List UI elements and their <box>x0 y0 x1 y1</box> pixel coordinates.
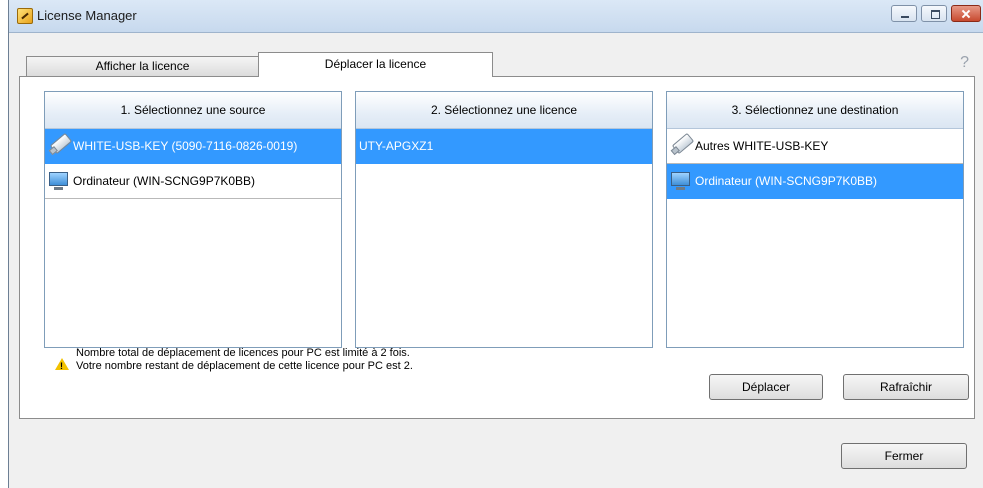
move-license-tab-panel: 1. Sélectionnez une source WHITE-USB-KEY… <box>19 76 975 419</box>
close-window-button[interactable] <box>951 5 981 22</box>
tab-afficher-licence[interactable]: Afficher la licence <box>26 56 259 76</box>
minimize-button[interactable] <box>891 5 917 22</box>
source-item-computer[interactable]: Ordinateur (WIN-SCNG9P7K0BB) <box>45 164 341 199</box>
license-panel: 2. Sélectionnez une licence UTY-APGXZ1 <box>355 91 653 348</box>
source-item-usb-key[interactable]: WHITE-USB-KEY (5090-7116-0826-0019) <box>45 129 341 164</box>
license-item-label: UTY-APGXZ1 <box>359 139 434 153</box>
destination-item-usb-key[interactable]: Autres WHITE-USB-KEY <box>667 129 963 164</box>
tab-deplacer-licence[interactable]: Déplacer la licence <box>258 52 493 77</box>
move-button[interactable]: Déplacer <box>709 374 823 400</box>
source-item-label: Ordinateur (WIN-SCNG9P7K0BB) <box>73 174 256 188</box>
window-title: License Manager <box>37 8 137 23</box>
refresh-button[interactable]: Rafraîchir <box>843 374 969 400</box>
computer-icon <box>49 172 68 190</box>
warning-icon <box>55 358 69 373</box>
license-item[interactable]: UTY-APGXZ1 <box>356 129 652 164</box>
destination-item-label: Ordinateur (WIN-SCNG9P7K0BB) <box>695 174 878 188</box>
help-icon[interactable]: ? <box>960 54 969 72</box>
destination-item-label: Autres WHITE-USB-KEY <box>695 139 829 153</box>
close-button[interactable]: Fermer <box>841 443 967 469</box>
license-panel-header: 2. Sélectionnez une licence <box>356 92 652 129</box>
usb-key-icon <box>671 132 695 155</box>
source-panel-header: 1. Sélectionnez une source <box>45 92 341 129</box>
usb-key-icon <box>49 132 73 155</box>
computer-icon <box>671 172 690 190</box>
title-bar[interactable]: License Manager <box>9 0 983 33</box>
destination-item-computer[interactable]: Ordinateur (WIN-SCNG9P7K0BB) <box>667 164 963 199</box>
warning-line-2: Votre nombre restant de déplacement de c… <box>76 360 413 372</box>
warning-line-1: Nombre total de déplacement de licences … <box>76 347 410 359</box>
destination-panel: 3. Sélectionnez une destination Autres W… <box>666 91 964 348</box>
maximize-button[interactable] <box>921 5 947 22</box>
window-controls <box>891 5 981 23</box>
license-manager-window: License Manager Afficher la licence Dépl… <box>8 0 983 488</box>
destination-panel-header: 3. Sélectionnez une destination <box>667 92 963 129</box>
source-panel: 1. Sélectionnez une source WHITE-USB-KEY… <box>44 91 342 348</box>
license-manager-app-icon <box>17 8 33 24</box>
source-item-label: WHITE-USB-KEY (5090-7116-0826-0019) <box>73 139 298 153</box>
